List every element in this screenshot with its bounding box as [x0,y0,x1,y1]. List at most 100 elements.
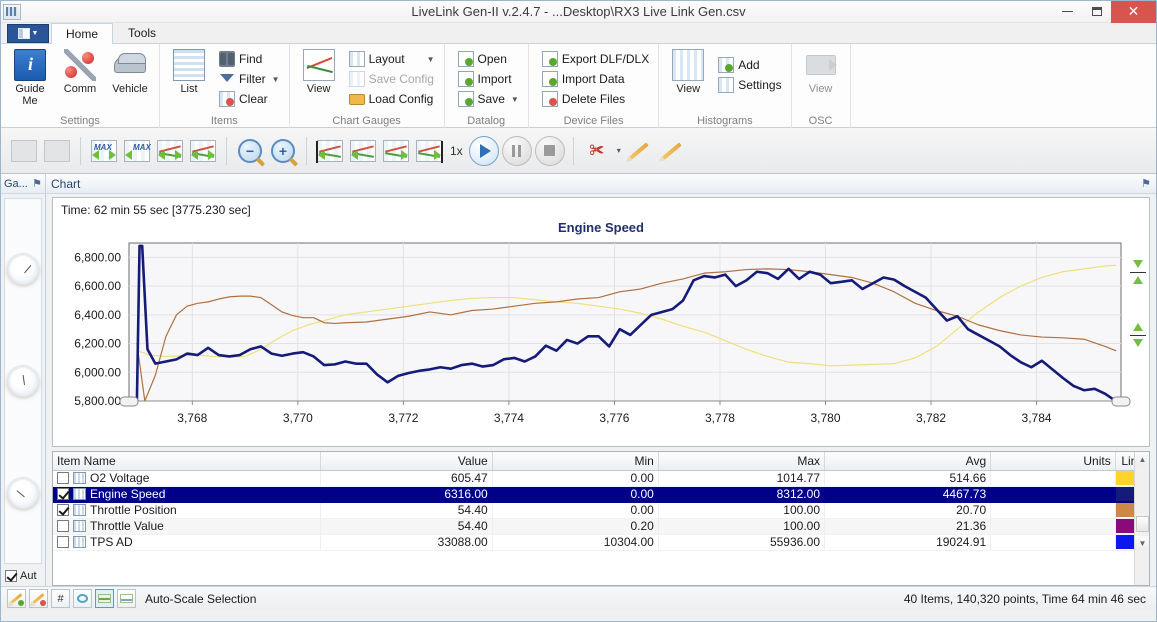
open-button[interactable]: Open [454,49,523,69]
list-button[interactable]: List [165,47,213,95]
row-checkbox[interactable] [57,536,69,548]
gauges-panel: Ga... ⚑ Aut [1,174,46,586]
x-axis-tick-label: 3,768 [177,411,207,425]
import-button[interactable]: Import [454,69,523,89]
chart-view-button[interactable]: View [295,47,343,95]
pencil-back-icon [628,141,649,160]
app-menu-button[interactable]: ▼ [7,24,49,43]
close-button[interactable]: ✕ [1111,0,1156,23]
max-scroll-vertical-button[interactable]: MAX [122,136,152,166]
max-scroll-horizontal-button[interactable]: MAX [89,136,119,166]
scroll-down-icon[interactable]: ▼ [1135,536,1149,550]
row-checkbox[interactable] [57,520,69,532]
goto-end-button[interactable] [414,136,444,166]
column-header-value[interactable]: Value [320,452,493,471]
scale-up-icon[interactable] [1130,274,1146,287]
range-handle-left[interactable] [119,396,139,407]
row-checkbox[interactable] [57,488,69,500]
marker-red-button[interactable] [29,589,48,608]
items-table[interactable]: Item Name Value Min Max Avg Units Line O… [52,451,1150,586]
zoom-in-button[interactable]: + [268,136,298,166]
ribbon: Guide Me Comm Vehicle Settings List [1,44,1156,128]
scroll-up-icon[interactable]: ▲ [1135,452,1149,466]
chevron-down-icon[interactable]: ▼ [511,95,519,104]
step-back-button[interactable] [348,136,378,166]
tab-home[interactable]: Home [51,23,114,44]
layout-button[interactable]: Layout ▼ [345,49,439,69]
gauge-3[interactable] [8,478,38,508]
chevron-down-icon[interactable]: ▼ [427,55,435,64]
load-config-button[interactable]: Load Config [345,89,439,109]
marker-green-button[interactable] [7,589,26,608]
playback-rate-label[interactable]: 1x [447,144,466,158]
row-checkbox[interactable] [57,472,69,484]
auto-scale-selection-icon [120,594,133,603]
comm-icon [64,49,96,81]
save-config-label: Save Config [368,72,434,86]
maximize-button[interactable] [1082,1,1111,23]
cut-marker-button[interactable]: ✀ [582,136,612,166]
table-row[interactable]: Throttle Position 54.40 0.00 100.00 20.70 [53,502,1149,519]
app-menu-icon [17,28,30,39]
filter-label: Filter [239,72,266,86]
app-icon [3,3,21,20]
minimize-button[interactable] [1053,1,1082,23]
save-button[interactable]: Save ▼ [454,89,523,109]
filter-button[interactable]: Filter ▼ [215,69,284,89]
goto-start-button[interactable] [315,136,345,166]
column-header-min[interactable]: Min [492,452,659,471]
chart-view-label: View [306,83,331,95]
scale-control-bottom[interactable] [1129,321,1147,350]
scroll-lr-icon [157,139,183,162]
column-header-item-name[interactable]: Item Name [53,452,322,471]
scale-control-top[interactable] [1129,258,1147,287]
play-button[interactable] [468,135,499,166]
table-row[interactable]: Engine Speed 6316.00 0.00 8312.00 4467.73 [53,486,1149,503]
scroll-chart-left-right-button[interactable] [155,136,185,166]
add-histogram-button[interactable]: Add [714,55,785,75]
gauges-auto-checkbox[interactable]: Aut [1,568,45,586]
table-row[interactable]: O2 Voltage 605.47 0.00 1014.77 514.66 [53,470,1149,487]
column-header-max[interactable]: Max [658,452,826,471]
tab-tools[interactable]: Tools [113,22,171,43]
range-handle-right[interactable] [1111,396,1131,407]
histogram-settings-button[interactable]: Settings [714,75,785,95]
scale-down-icon[interactable] [1130,337,1146,350]
zoom-out-button[interactable]: − [235,136,265,166]
pin-icon[interactable]: ⚑ [32,177,42,190]
column-header-units[interactable]: Units [990,452,1116,471]
pin-icon[interactable]: ⚑ [1141,177,1151,190]
step-forward-button[interactable] [381,136,411,166]
group-label-chart-gauges: Chart Gauges [332,115,401,127]
find-button[interactable]: Find [215,49,284,69]
guide-me-button[interactable]: Guide Me [6,47,54,107]
chevron-down-icon[interactable]: ▾ [617,146,621,155]
clear-button[interactable]: Clear [215,89,284,109]
histogram-view-button[interactable]: View [664,47,712,95]
hash-button[interactable]: # [51,589,70,608]
vehicle-button[interactable]: Vehicle [106,47,154,95]
gauge-1[interactable] [8,254,38,284]
scroll-thumb[interactable] [1136,516,1149,532]
auto-scale-button[interactable] [95,589,114,608]
scale-up-icon[interactable] [1130,321,1146,334]
export-dlf-dlx-button[interactable]: Export DLF/DLX [538,49,653,69]
import-data-button[interactable]: Import Data [538,69,653,89]
table-row[interactable]: Throttle Value 54.40 0.20 100.00 21.36 [53,518,1149,535]
scroll-chart-page-button[interactable] [188,136,218,166]
scale-down-icon[interactable] [1130,258,1146,271]
chart-plot[interactable]: Time: 62 min 55 sec [3775.230 sec] Engin… [52,197,1150,447]
marker-forward-button[interactable] [657,136,687,166]
comm-button[interactable]: Comm [56,47,104,95]
list-label: List [180,83,198,95]
auto-scale-selection-button[interactable] [117,589,136,608]
cycle-button[interactable] [73,589,92,608]
marker-back-button[interactable] [624,136,654,166]
column-header-avg[interactable]: Avg [824,452,992,471]
gauge-2[interactable] [8,366,38,396]
delete-files-button[interactable]: Delete Files [538,89,653,109]
row-checkbox[interactable] [57,504,69,516]
table-row[interactable]: TPS AD 33088.00 10304.00 55936.00 19024.91 [53,534,1149,551]
import-icon [457,71,474,87]
table-scrollbar[interactable]: ▲ ▼ [1134,452,1149,585]
